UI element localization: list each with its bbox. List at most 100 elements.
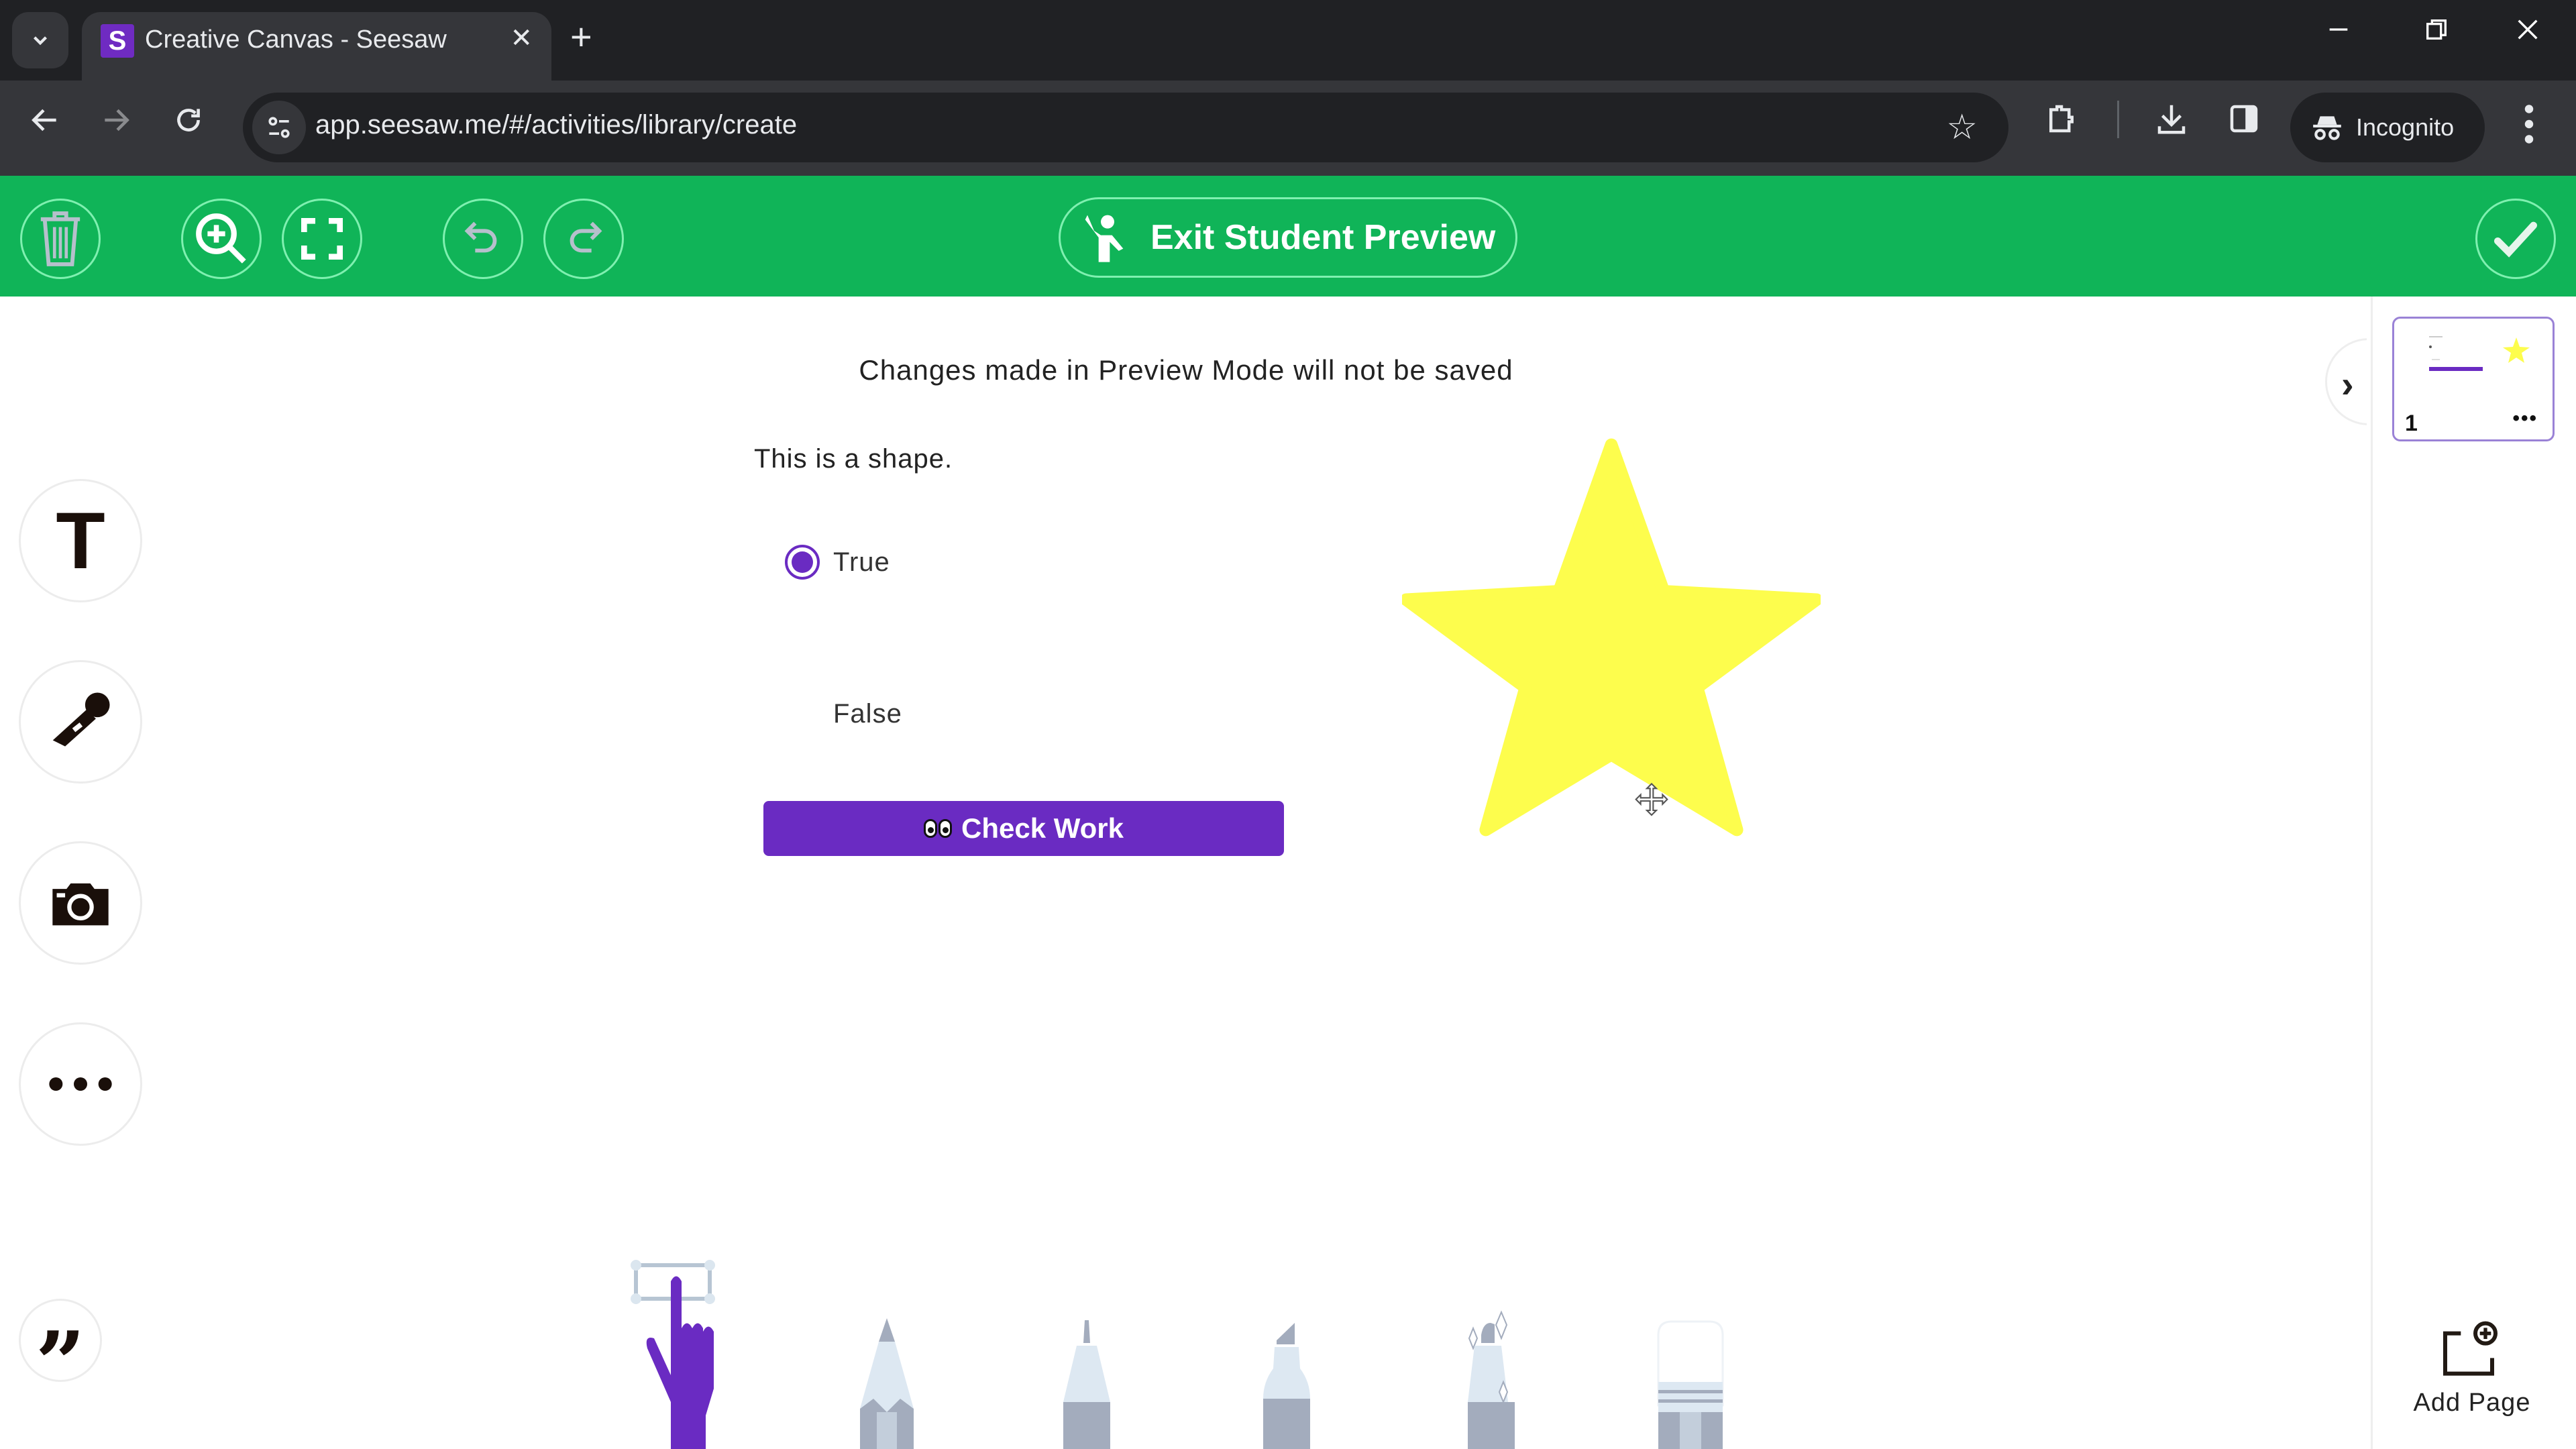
reload-button[interactable] <box>172 103 205 146</box>
checkmark-icon <box>2494 221 2537 258</box>
side-panel-icon <box>2230 105 2258 133</box>
hand-icon <box>646 1276 714 1449</box>
glitter-pen-tool[interactable] <box>1446 1308 1534 1449</box>
camera-button[interactable] <box>19 841 142 965</box>
preview-mode-notice: Changes made in Preview Mode will not be… <box>859 354 1513 386</box>
fullscreen-icon <box>301 218 343 260</box>
downloads-button[interactable] <box>2153 101 2190 140</box>
close-window-button[interactable] <box>2514 16 2541 50</box>
tab-search-button[interactable] <box>12 12 68 68</box>
voice-recording-button[interactable] <box>19 660 142 784</box>
check-work-label: Check Work <box>961 812 1124 844</box>
question-prompt: This is a shape. <box>754 444 953 474</box>
camera-icon <box>52 883 109 926</box>
more-dots-icon <box>49 1077 112 1091</box>
close-icon <box>2518 19 2538 40</box>
radio-button-selected[interactable] <box>785 545 820 580</box>
pages-panel <box>2371 297 2576 1449</box>
new-tab-button[interactable]: + <box>570 15 592 58</box>
tab-close-icon[interactable]: ✕ <box>510 23 533 54</box>
marker-tip-icon <box>1277 1323 1295 1344</box>
chevron-down-icon <box>33 36 48 46</box>
quote-icon: ” <box>35 1312 86 1415</box>
toolbar-divider <box>2117 101 2119 138</box>
quote-button[interactable]: ” <box>19 1299 102 1407</box>
text-icon: T <box>56 496 105 586</box>
restore-icon <box>2426 19 2447 40</box>
side-panel-button[interactable] <box>2226 101 2262 140</box>
chrome-menu-button[interactable] <box>2522 101 2536 151</box>
omnibox[interactable]: app.seesaw.me/#/activities/library/creat… <box>243 93 2008 162</box>
exit-student-preview-button[interactable]: Exit Student Preview <box>1059 197 1517 278</box>
seesaw-favicon-icon: S <box>101 24 134 58</box>
tune-icon <box>268 117 290 138</box>
minimize-icon <box>2329 28 2348 31</box>
select-hand-tool[interactable] <box>631 1254 745 1449</box>
extensions-button[interactable] <box>2043 101 2080 140</box>
pencil-tip-icon <box>879 1318 895 1342</box>
undo-button[interactable] <box>443 199 523 279</box>
redo-icon <box>570 221 602 253</box>
trash-icon <box>40 211 80 266</box>
answer-option-true[interactable]: True <box>785 545 890 580</box>
answer-option-label: True <box>833 547 890 577</box>
bookmark-star-icon[interactable]: ☆ <box>1946 107 1978 148</box>
star-shape[interactable] <box>1402 436 1821 839</box>
answer-option-false[interactable]: False <box>785 696 902 731</box>
chevron-right-icon[interactable]: › <box>2341 362 2354 406</box>
pen-tip-icon <box>1083 1320 1090 1343</box>
back-button[interactable] <box>28 103 62 146</box>
page-options-icon[interactable]: ••• <box>2512 407 2538 430</box>
fullscreen-button[interactable] <box>282 199 362 279</box>
radio-button-unselected[interactable] <box>785 696 820 731</box>
forward-button[interactable] <box>99 103 133 146</box>
arrow-right-icon <box>105 109 129 131</box>
incognito-icon <box>2313 116 2341 140</box>
tab-title: Creative Canvas - Seesaw <box>145 25 447 54</box>
browser-tab-active[interactable]: S Creative Canvas - Seesaw ✕ <box>82 12 551 80</box>
check-work-button[interactable]: Check Work <box>763 801 1284 856</box>
more-tools-button[interactable] <box>19 1022 142 1146</box>
answer-option-label: False <box>833 698 902 729</box>
browser-address-bar: app.seesaw.me/#/activities/library/creat… <box>0 80 2576 176</box>
student-waving-icon <box>1085 215 1124 262</box>
sparkle-icon <box>1495 1310 1508 1340</box>
restore-window-button[interactable] <box>2423 16 2450 50</box>
puzzle-icon <box>2049 105 2074 133</box>
seesaw-toolbar: Exit Student Preview <box>0 176 2576 297</box>
undo-icon <box>464 221 497 253</box>
zoom-in-icon <box>196 213 246 264</box>
zoom-in-button[interactable] <box>181 199 262 279</box>
page-thumbnail[interactable]: 1 ••• <box>2392 317 2555 441</box>
browser-tab-bar: S Creative Canvas - Seesaw ✕ + <box>0 0 2576 80</box>
radio-dot <box>792 551 813 573</box>
done-button[interactable] <box>2475 199 2556 279</box>
pen-tool[interactable] <box>1046 1315 1127 1449</box>
reload-icon <box>177 109 200 131</box>
incognito-label: Incognito <box>2356 113 2455 141</box>
download-icon <box>2157 105 2186 134</box>
site-info-button[interactable] <box>252 101 306 154</box>
sparkle-icon <box>1468 1326 1479 1350</box>
star-fill <box>1402 438 1821 837</box>
glitter-tip-icon <box>1481 1323 1495 1343</box>
redo-button[interactable] <box>543 199 624 279</box>
add-page-label: Add Page <box>2413 1389 2531 1417</box>
text-tool-button[interactable]: T <box>19 479 142 602</box>
pencil-tool[interactable] <box>847 1315 927 1449</box>
delete-button[interactable] <box>20 199 101 279</box>
eraser-tool[interactable] <box>1650 1315 1731 1449</box>
microphone-icon <box>52 692 110 747</box>
eyes-icon <box>924 819 952 838</box>
minimize-window-button[interactable] <box>2325 16 2352 50</box>
add-page-icon <box>2443 1321 2498 1376</box>
exit-student-preview-label: Exit Student Preview <box>1150 218 1496 257</box>
arrow-left-icon <box>32 109 56 131</box>
url-text[interactable]: app.seesaw.me/#/activities/library/creat… <box>315 110 797 140</box>
incognito-profile-button[interactable]: Incognito <box>2290 93 2485 162</box>
move-cursor-icon <box>1635 782 1668 816</box>
add-page-button[interactable]: Add Page <box>2388 1319 2556 1433</box>
kebab-menu-icon <box>2524 105 2534 144</box>
page-thumbnail-preview <box>2429 336 2530 371</box>
marker-tool[interactable] <box>1246 1315 1327 1449</box>
